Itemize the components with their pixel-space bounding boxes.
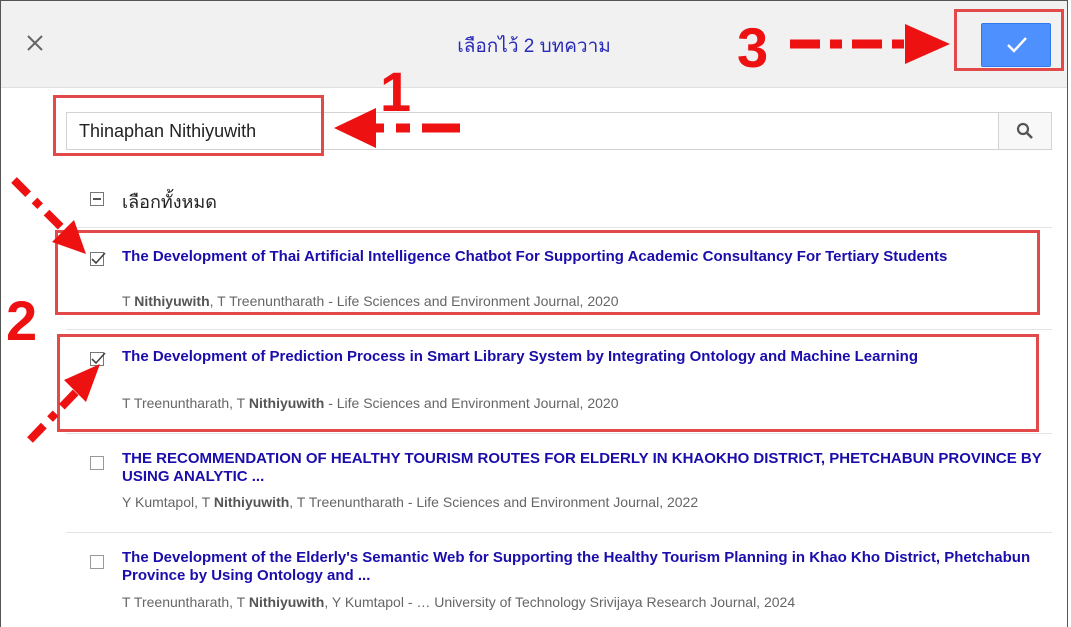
step-3-label: 3 — [737, 16, 769, 79]
article-authors: T Treenuntharath, T Nithiyuwith, Y Kumta… — [122, 594, 796, 610]
search-box — [66, 112, 1052, 150]
search-input[interactable] — [79, 119, 979, 143]
confirm-button[interactable] — [981, 23, 1051, 67]
article-checkbox[interactable] — [90, 555, 104, 569]
step-1-label: 1 — [380, 60, 412, 123]
select-all-label: เลือกทั้งหมด — [122, 192, 217, 212]
divider — [66, 532, 1052, 533]
article-checkbox[interactable] — [90, 352, 106, 366]
select-all-checkbox[interactable] — [90, 192, 104, 206]
divider — [66, 227, 1052, 228]
checkmark-icon — [91, 252, 106, 265]
article-authors: T Treenuntharath, T Nithiyuwith - Life S… — [122, 395, 619, 411]
search-button[interactable] — [998, 113, 1051, 149]
dialog-header: เลือกไว้ 2 บทความ — [1, 1, 1067, 88]
search-icon — [1016, 122, 1033, 139]
divider — [66, 329, 1052, 330]
check-icon — [1007, 37, 1027, 53]
article-checkbox[interactable] — [90, 252, 106, 266]
divider — [66, 433, 1052, 434]
article-title[interactable]: THE RECOMMENDATION OF HEALTHY TOURISM RO… — [122, 450, 1042, 486]
article-title[interactable]: The Development of Prediction Process in… — [122, 348, 1042, 366]
article-title[interactable]: The Development of the Elderly's Semanti… — [122, 549, 1042, 585]
article-checkbox[interactable] — [90, 456, 104, 470]
article-authors: T Nithiyuwith, T Treenuntharath - Life S… — [122, 293, 619, 309]
checkmark-icon — [91, 352, 106, 365]
selected-count-title: เลือกไว้ 2 บทความ — [457, 36, 611, 57]
article-title[interactable]: The Development of Thai Artificial Intel… — [122, 248, 1042, 266]
step-2-label: 2 — [6, 289, 38, 352]
article-authors: Y Kumtapol, T Nithiyuwith, T Treenunthar… — [122, 494, 699, 510]
